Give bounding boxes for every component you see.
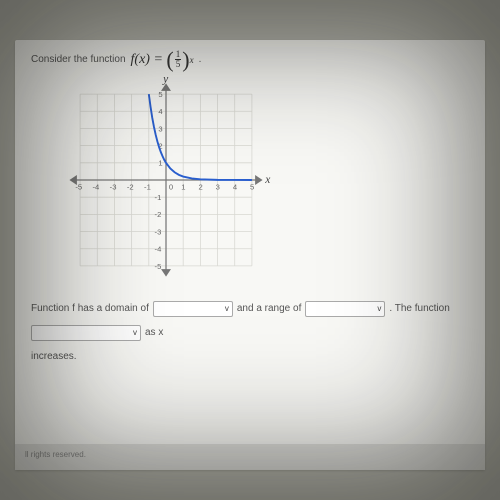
svg-text:-3: -3 <box>110 183 117 192</box>
answer-text-1: Function f has a domain of <box>31 299 149 319</box>
question-prompt: Consider the function f(x) = ( 1 5 ) x . <box>31 50 469 69</box>
chevron-down-icon: v <box>133 325 137 341</box>
behavior-dropdown[interactable]: v <box>31 325 141 341</box>
graph: -5-4-3-2-112345-5-4-3-2-1123450 x y <box>61 75 271 285</box>
svg-text:-2: -2 <box>155 210 162 219</box>
answer-text-2: and a range of <box>237 299 302 319</box>
chevron-down-icon: v <box>225 301 229 317</box>
svg-text:1: 1 <box>181 183 185 192</box>
svg-text:1: 1 <box>158 159 162 168</box>
function-formula: f(x) = ( 1 5 ) x <box>131 50 194 69</box>
svg-text:5: 5 <box>250 183 254 192</box>
svg-text:4: 4 <box>158 107 163 116</box>
svg-text:5: 5 <box>158 90 162 99</box>
svg-text:-5: -5 <box>75 183 82 192</box>
fraction: 1 5 <box>175 50 182 69</box>
svg-text:-4: -4 <box>93 183 101 192</box>
svg-text:-5: -5 <box>155 262 162 271</box>
range-dropdown[interactable]: v <box>305 301 385 317</box>
prompt-intro: Consider the function <box>31 54 126 65</box>
answer-text-3: . The function <box>389 299 449 319</box>
footer-copyright: ll rights reserved. <box>25 450 86 459</box>
y-axis-label: y <box>162 75 169 86</box>
svg-text:-1: -1 <box>144 183 151 192</box>
svg-text:3: 3 <box>216 183 220 192</box>
svg-text:0: 0 <box>169 183 173 192</box>
answer-text-4: as x <box>145 323 163 343</box>
svg-text:-4: -4 <box>155 245 163 254</box>
domain-dropdown[interactable]: v <box>153 301 233 317</box>
svg-text:2: 2 <box>198 183 202 192</box>
chevron-down-icon: v <box>377 301 381 317</box>
svg-text:-2: -2 <box>127 183 134 192</box>
answer-sentence: Function f has a domain of v and a range… <box>31 299 469 367</box>
svg-text:3: 3 <box>158 124 162 133</box>
svg-text:-1: -1 <box>155 193 162 202</box>
svg-text:-3: -3 <box>155 227 162 236</box>
coordinate-plane: -5-4-3-2-112345-5-4-3-2-1123450 x y <box>61 75 271 285</box>
x-axis-label: x <box>264 174 270 186</box>
question-panel: Consider the function f(x) = ( 1 5 ) x . <box>15 40 485 470</box>
footer-bar: ll rights reserved. <box>15 444 485 470</box>
answer-text-5: increases. <box>31 347 469 367</box>
svg-text:4: 4 <box>233 183 238 192</box>
